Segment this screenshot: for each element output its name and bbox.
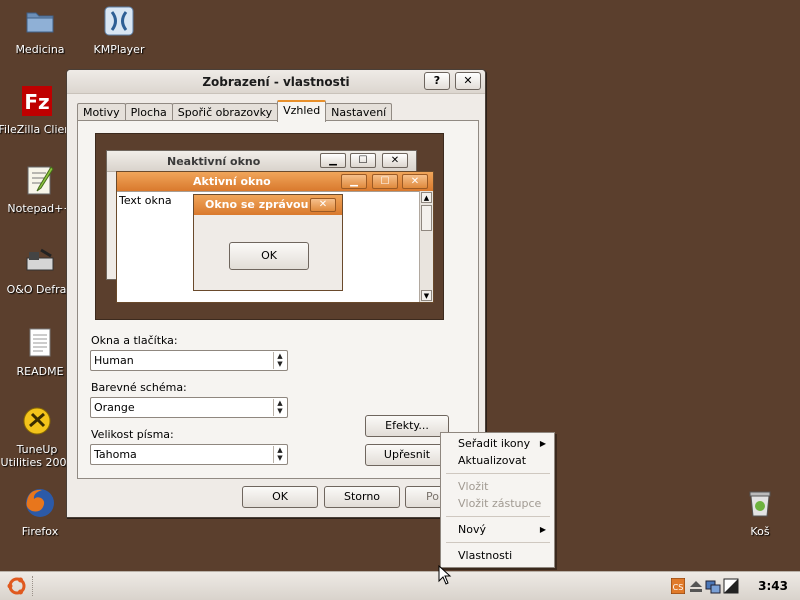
message-box-title: Okno se zprávou [205, 198, 309, 211]
desktop-icon-kmplayer[interactable]: KMPlayer [77, 4, 161, 56]
close-icon: ✕ [310, 198, 336, 212]
display-properties-dialog: Zobrazení - vlastnosti ? ✕ Motivy Plocha… [66, 69, 486, 518]
maximize-icon: ☐ [350, 153, 376, 168]
firefox-icon [23, 486, 57, 520]
taskbar-separator [32, 576, 34, 596]
minimize-icon: ▁ [341, 174, 367, 189]
start-button[interactable] [3, 575, 31, 597]
scroll-up-icon: ▲ [421, 192, 432, 203]
appearance-panel: Neaktivní okno ▁ ☐ ✕ Aktivní okno ▁ ☐ ✕ … [77, 120, 479, 479]
notepad-icon [23, 163, 57, 197]
windows-buttons-label: Okna a tlačítka: [91, 334, 178, 347]
close-icon: ✕ [402, 174, 428, 189]
font-size-select[interactable]: Tahoma ▲ ▼ [90, 444, 288, 465]
windows-buttons-select[interactable]: Human ▲ ▼ [90, 350, 288, 371]
tab-vzhled[interactable]: Vzhled [277, 100, 327, 122]
color-scheme-label: Barevné schéma: [91, 381, 187, 394]
help-button[interactable]: ? [424, 72, 450, 90]
spinner-icon: ▲ ▼ [273, 446, 286, 463]
submenu-arrow-icon: ▶ [539, 525, 546, 534]
menu-separator [446, 516, 550, 517]
document-icon [23, 326, 57, 360]
mouse-cursor-icon [438, 565, 452, 585]
filezilla-icon: Fz [20, 84, 54, 118]
menu-item-paste-shortcut: Vložit zástupce [458, 497, 542, 510]
svg-text:CS: CS [673, 583, 684, 592]
close-icon: ✕ [382, 153, 408, 168]
desktop-icon-medicina[interactable]: Medicina [0, 4, 82, 56]
scroll-thumb [421, 205, 432, 231]
appearance-preview: Neaktivní okno ▁ ☐ ✕ Aktivní okno ▁ ☐ ✕ … [95, 133, 444, 320]
advanced-button[interactable]: Upřesnit [365, 444, 449, 466]
menu-item-arrange-icons[interactable]: Seřadit ikony ▶ [441, 435, 554, 452]
minimize-icon: ▁ [320, 153, 346, 168]
dialog-titlebar[interactable]: Zobrazení - vlastnosti ? ✕ [67, 70, 485, 94]
active-window-title: Aktivní okno [193, 175, 271, 188]
defrag-icon [23, 244, 57, 278]
effects-button[interactable]: Efekty... [365, 415, 449, 437]
preview-scrollbar: ▲ ▼ [419, 191, 433, 302]
scroll-down-icon: ▼ [421, 290, 432, 301]
tab-bar: Motivy Plocha Spořič obrazovky Vzhled Na… [77, 100, 393, 122]
menu-item-paste: Vložit [458, 480, 489, 493]
font-size-label: Velikost písma: [91, 428, 174, 441]
svg-text:Fz: Fz [24, 90, 49, 114]
cs-keyboard-icon[interactable]: CS [671, 578, 685, 594]
menu-item-properties[interactable]: Vlastnosti [441, 547, 554, 564]
desktop-context-menu: Seřadit ikony ▶ Aktualizovat Vložit Vlož… [440, 432, 555, 568]
close-button[interactable]: ✕ [455, 72, 481, 90]
preview-message-box: Okno se zprávou ✕ OK [193, 194, 343, 291]
maximize-icon: ☐ [372, 174, 398, 189]
menu-item-new[interactable]: Nový ▶ [441, 521, 554, 538]
trash-icon [743, 486, 777, 520]
folder-icon [23, 4, 57, 38]
inactive-window-title: Neaktivní okno [167, 155, 261, 168]
network-icon[interactable] [705, 578, 721, 594]
display-icon[interactable] [723, 578, 739, 594]
ubuntu-logo-icon [7, 577, 26, 595]
color-scheme-select[interactable]: Orange ▲ ▼ [90, 397, 288, 418]
dialog-title: Zobrazení - vlastnosti [202, 75, 350, 89]
menu-item-refresh[interactable]: Aktualizovat [441, 452, 554, 469]
ok-button[interactable]: OK [242, 486, 318, 508]
spinner-icon: ▲ ▼ [273, 399, 286, 416]
tuneup-icon [20, 404, 54, 438]
spinner-icon: ▲ ▼ [273, 352, 286, 369]
taskbar: CS 3:43 [0, 571, 800, 600]
submenu-arrow-icon: ▶ [539, 439, 546, 448]
system-tray: CS 3:43 [665, 574, 800, 598]
kmplayer-icon [102, 4, 136, 38]
preview-ok-button: OK [229, 242, 309, 270]
menu-separator [446, 542, 550, 543]
clock[interactable]: 3:43 [758, 579, 788, 593]
eject-icon[interactable] [689, 579, 703, 593]
desktop-icon-trash[interactable]: Koš [718, 486, 800, 538]
cancel-button[interactable]: Storno [324, 486, 400, 508]
window-text: Text okna [119, 194, 172, 207]
menu-separator [446, 473, 550, 474]
